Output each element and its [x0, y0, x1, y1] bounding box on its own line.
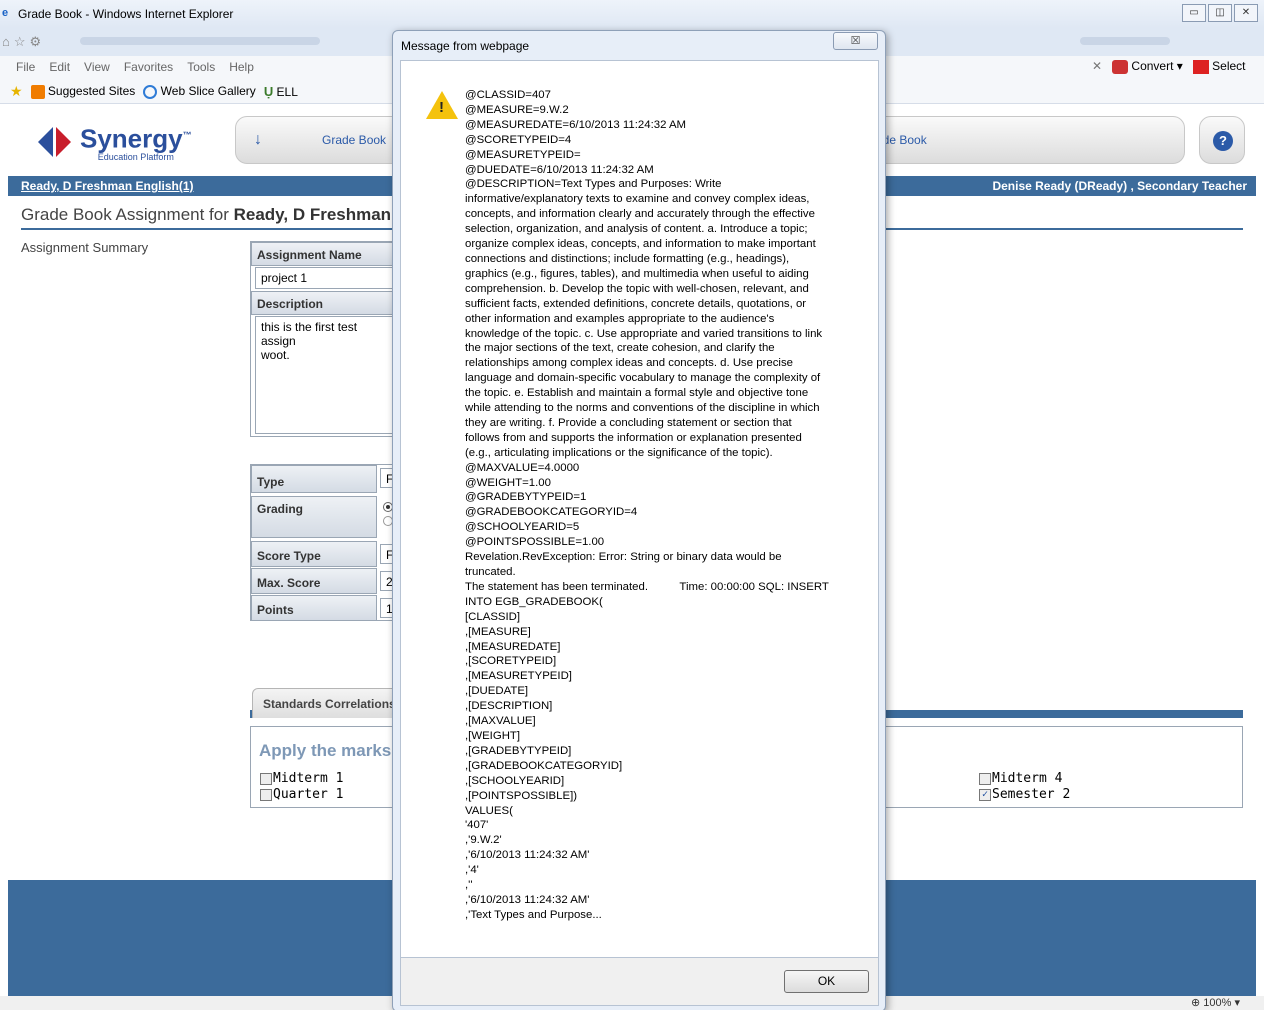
- convert-icon: [1112, 59, 1129, 74]
- max-score-label: Max. Score: [251, 568, 377, 594]
- user-info: Denise Ready (DReady) , Secondary Teache…: [992, 179, 1247, 193]
- url-field[interactable]: [80, 37, 320, 45]
- page-title: Grade Book Assignment for Ready, D Fresh…: [21, 205, 392, 224]
- synergy-logo-icon: [38, 125, 72, 159]
- select-icon: [1192, 59, 1209, 74]
- assignment-name-label: Assignment Name: [251, 242, 395, 266]
- maximize-icon[interactable]: ◫: [1208, 4, 1232, 22]
- logo-name: Synergy: [80, 123, 183, 154]
- description-label: Description: [251, 291, 395, 315]
- mark-midterm-4[interactable]: Midterm 4: [979, 771, 1062, 786]
- favorites-star-icon[interactable]: ★: [10, 83, 23, 100]
- grading-label: Grading: [251, 496, 377, 538]
- ell-link[interactable]: Ụ ELL: [264, 84, 298, 99]
- close-window-icon[interactable]: ✕: [1234, 4, 1258, 22]
- type-label: Type: [251, 465, 377, 493]
- mark-semester-2[interactable]: ✓ Semester 2: [979, 787, 1070, 802]
- convert-button[interactable]: Convert ▾: [1112, 59, 1183, 74]
- suggested-sites-icon: [30, 84, 45, 99]
- help-icon: ?: [1213, 131, 1233, 151]
- warning-icon: [426, 91, 458, 119]
- dialog-footer: OK: [400, 958, 879, 1006]
- web-slice-link[interactable]: Web Slice Gallery: [143, 84, 256, 99]
- minimize-icon[interactable]: ▭: [1182, 4, 1206, 22]
- checkbox-icon[interactable]: [260, 788, 272, 801]
- description-textarea[interactable]: this is the first test assign woot.: [255, 316, 395, 434]
- window-controls: ▭ ◫ ✕: [1180, 4, 1258, 22]
- search-field[interactable]: [1080, 37, 1170, 45]
- menu-file[interactable]: File: [16, 60, 35, 74]
- class-link[interactable]: Ready, D Freshman English(1): [21, 179, 193, 193]
- checkbox-icon[interactable]: [260, 772, 272, 785]
- points-label: Points: [251, 595, 377, 621]
- ie-logo-icon: e: [2, 7, 9, 19]
- suggested-sites-link[interactable]: Suggested Sites: [30, 84, 135, 99]
- ok-button[interactable]: OK: [784, 970, 869, 993]
- dialog-message: @CLASSID=407 @MEASURE=9.W.2 @MEASUREDATE…: [465, 89, 829, 921]
- apply-marks-heading: Apply the marks: [259, 741, 392, 760]
- checkbox-checked-icon[interactable]: ✓: [979, 788, 991, 801]
- message-dialog: Message from webpage ☒ @CLASSID=407 @MEA…: [392, 30, 886, 1010]
- menu-edit[interactable]: Edit: [49, 60, 70, 74]
- window-title: Grade Book - Windows Internet Explorer: [18, 7, 234, 21]
- home-star-gear-icon[interactable]: ⌂☆⚙: [2, 34, 45, 50]
- menu-view[interactable]: View: [84, 60, 110, 74]
- assignment-name-input[interactable]: project 1: [255, 267, 395, 289]
- dialog-body: @CLASSID=407 @MEASURE=9.W.2 @MEASUREDATE…: [400, 60, 879, 958]
- menu-help[interactable]: Help: [229, 60, 254, 74]
- ell-icon: Ụ: [263, 84, 274, 99]
- help-button[interactable]: ?: [1199, 116, 1245, 164]
- window-titlebar: e Grade Book - Windows Internet Explorer…: [0, 0, 1264, 28]
- score-type-label: Score Type: [251, 541, 377, 567]
- select-button[interactable]: Select: [1192, 59, 1246, 74]
- nav-grade-book[interactable]: Grade Book: [322, 133, 386, 147]
- checkbox-icon[interactable]: [979, 772, 991, 785]
- web-slice-icon: [143, 84, 158, 99]
- down-arrow-icon[interactable]: ↓: [254, 131, 262, 149]
- dialog-title: Message from webpage: [401, 39, 530, 53]
- menu-tools[interactable]: Tools: [187, 60, 215, 74]
- assignment-summary-label: Assignment Summary: [21, 240, 149, 255]
- zoom-level[interactable]: ⊕ 100% ▾: [1191, 996, 1240, 1009]
- close-toolbar-icon[interactable]: ✕: [1092, 59, 1102, 73]
- tab-standards-correlations[interactable]: Standards Correlations: [252, 688, 412, 718]
- mark-midterm-1[interactable]: Midterm 1: [260, 771, 343, 786]
- logo-tm: ™: [182, 130, 192, 140]
- synergy-logo: Synergy™ Education Platform: [38, 122, 192, 162]
- menu-favorites[interactable]: Favorites: [124, 60, 173, 74]
- dialog-close-button[interactable]: ☒: [833, 32, 878, 50]
- mark-quarter-1[interactable]: Quarter 1: [260, 787, 343, 802]
